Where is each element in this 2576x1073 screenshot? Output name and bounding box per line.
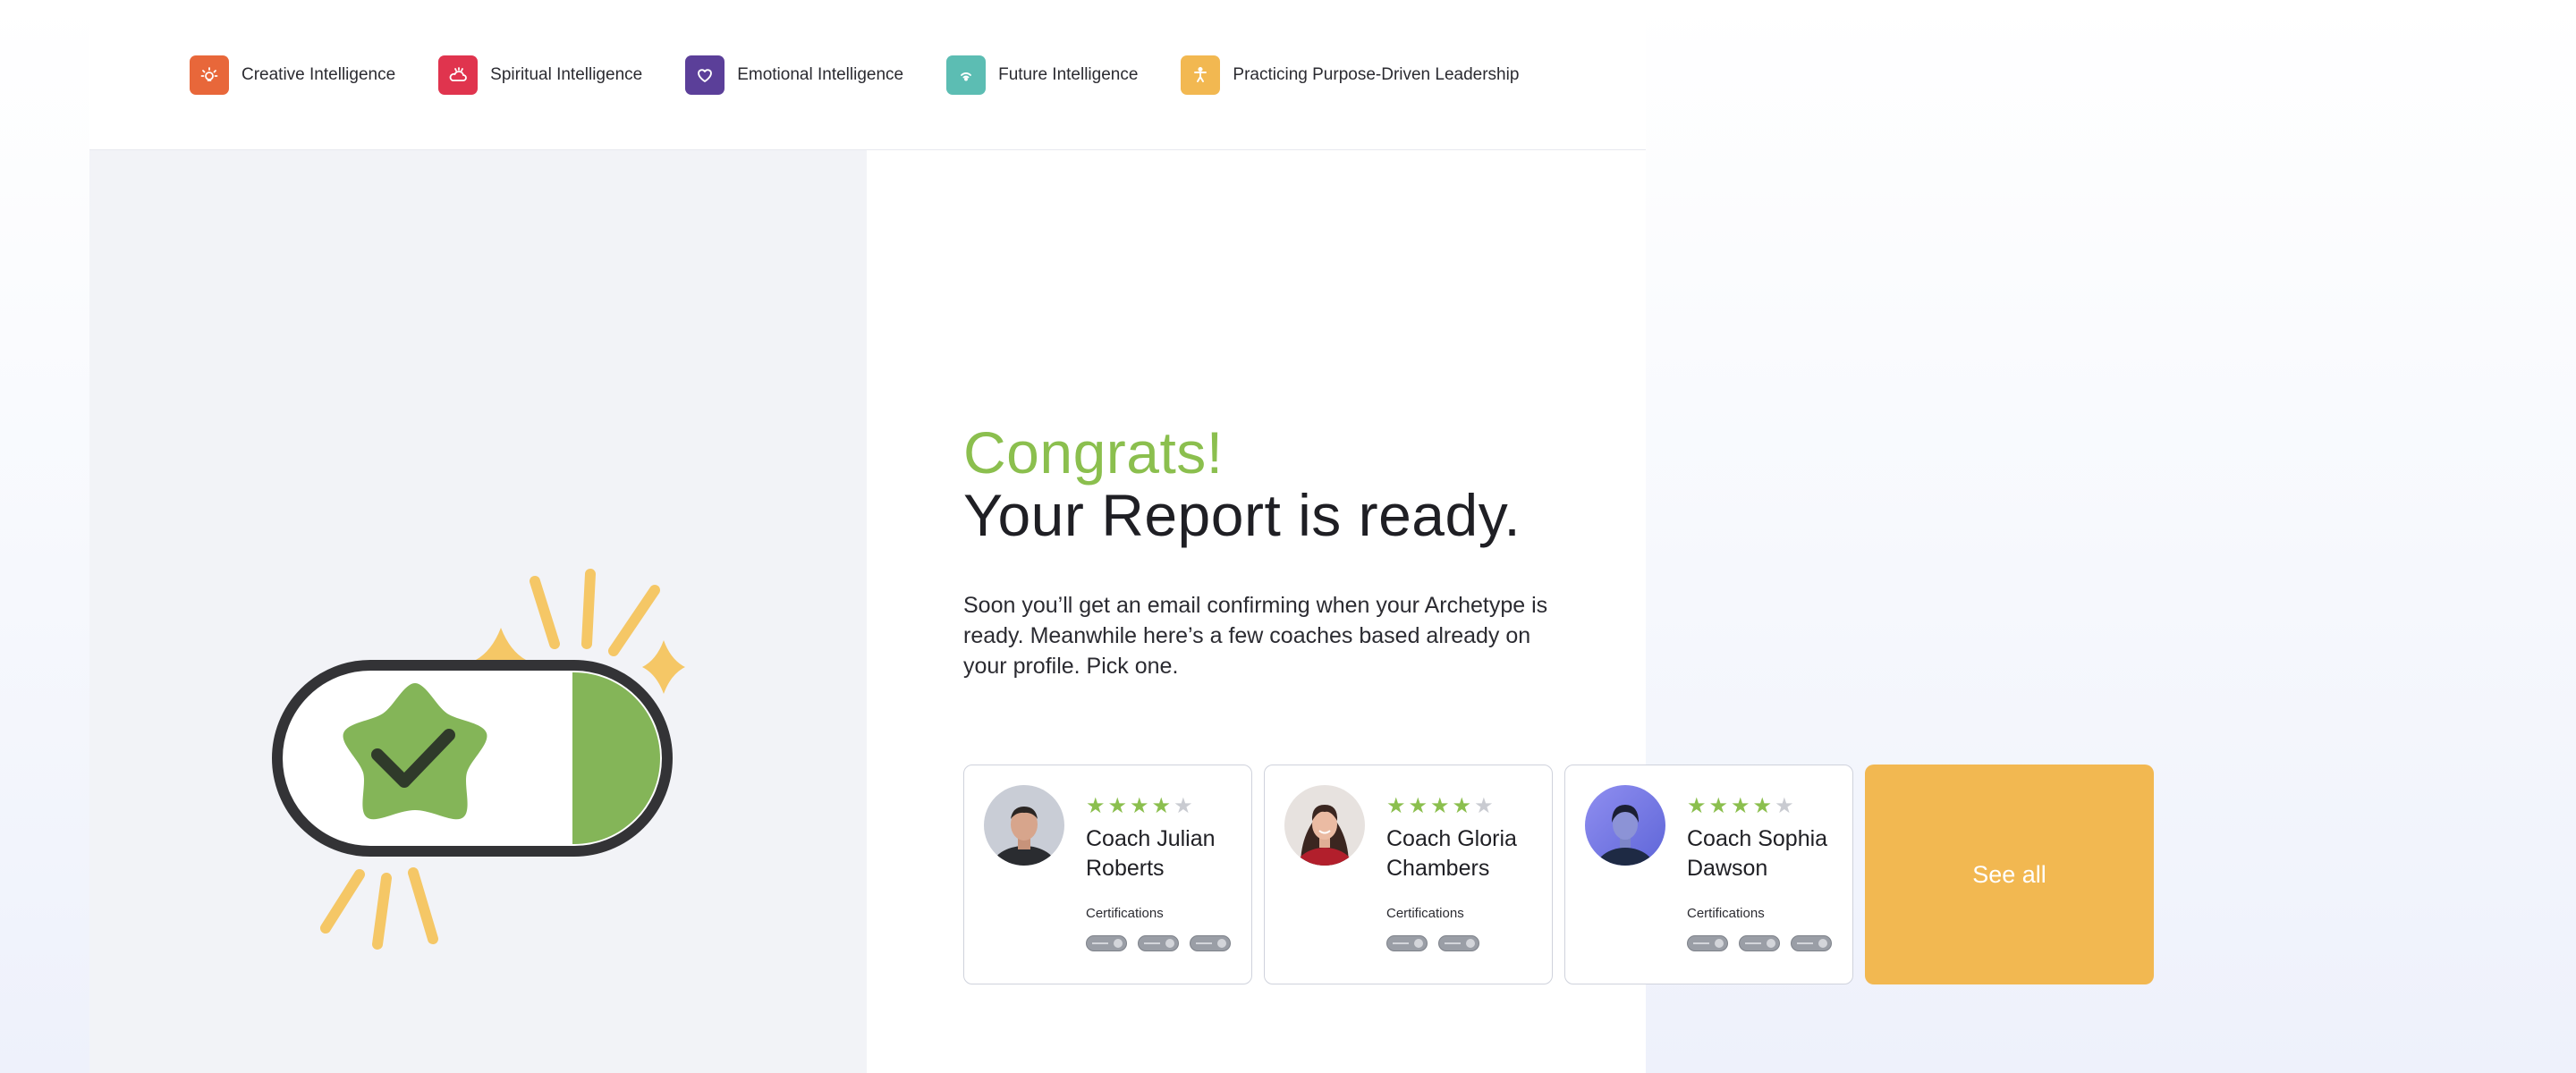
certification-badge-icon [1086,935,1127,951]
star-icon: ★ [1708,794,1729,818]
certification-badge-icon [1438,935,1479,951]
star-icon: ★ [1408,794,1428,818]
star-icon: ★ [1687,794,1707,818]
nav-label: Emotional Intelligence [737,64,904,84]
lightbulb-icon [190,55,229,95]
nav-item-spiritual-intelligence[interactable]: Spiritual Intelligence [438,55,642,95]
nav-label: Practicing Purpose-Driven Leadership [1233,64,1520,84]
intro-text: Soon you’ll get an email confirming when… [963,593,1548,679]
avatar [984,785,1064,866]
certifications-label: Certifications [1086,906,1164,921]
certification-badge-icon [1687,935,1728,951]
congrats-heading: Congrats! [963,419,1224,486]
star-icon: ★ [1386,794,1406,818]
star-icon: ★ [1731,794,1750,818]
report-ready-heading: Your Report is ready. [963,482,1521,548]
certifications-label: Certifications [1386,906,1464,921]
nav-item-creative-intelligence[interactable]: Creative Intelligence [190,55,395,95]
star-icon: ★ [1086,794,1106,818]
cloud-sun-icon [438,55,479,95]
coach-name: Coach Gloria Chambers [1386,826,1517,881]
certification-badges [1386,935,1479,951]
star-icon: ★ [1452,794,1472,818]
person-icon [1181,55,1221,95]
certification-badges [1687,935,1832,951]
coach-cards: ★ ★ ★ ★ ★ Coach Julian Roberts Certifica… [963,765,2154,984]
star-icon: ★ [1752,794,1773,818]
nav-item-purpose-driven-leadership[interactable]: Practicing Purpose-Driven Leadership [1181,55,1519,95]
coach-card-sophia-dawson[interactable]: ★ ★ ★ ★ ★ Coach Sophia Dawson Certificat… [1564,765,1853,984]
avatar [1284,785,1365,866]
star-empty-icon: ★ [1775,794,1794,818]
see-all-button[interactable]: See all [1865,765,2154,984]
star-empty-icon: ★ [1474,794,1494,818]
coach-name: Coach Sophia Dawson [1687,826,1828,881]
rating-stars: ★ ★ ★ ★ ★ [1386,796,1494,817]
star-icon: ★ [1130,794,1149,818]
illustration-panel [89,150,867,1073]
avatar [1585,785,1665,866]
nav-label: Spiritual Intelligence [490,64,643,84]
star-icon: ★ [1107,794,1128,818]
coach-card-julian-roberts[interactable]: ★ ★ ★ ★ ★ Coach Julian Roberts Certifica… [963,765,1252,984]
nav-item-emotional-intelligence[interactable]: Emotional Intelligence [685,55,903,95]
certification-badge-icon [1138,935,1179,951]
coach-name: Coach Julian Roberts [1086,826,1216,881]
certification-badges [1086,935,1231,951]
certifications-label: Certifications [1687,906,1765,921]
certification-badge-icon [1386,935,1428,951]
certification-badge-icon [1190,935,1231,951]
coach-card-gloria-chambers[interactable]: ★ ★ ★ ★ ★ Coach Gloria Chambers Certific… [1264,765,1553,984]
star-icon: ★ [1151,794,1172,818]
nav-item-future-intelligence[interactable]: Future Intelligence [946,55,1138,95]
nav-label: Creative Intelligence [242,64,396,84]
heart-icon [685,55,725,95]
star-empty-icon: ★ [1174,794,1193,818]
certification-badge-icon [1739,935,1780,951]
signal-icon [946,55,987,95]
top-nav: Creative Intelligence Spiritual Intellig… [89,0,1646,150]
star-icon: ★ [1430,794,1450,818]
nav-label: Future Intelligence [998,64,1139,84]
certification-badge-icon [1791,935,1832,951]
rating-stars: ★ ★ ★ ★ ★ [1687,796,1794,817]
rating-stars: ★ ★ ★ ★ ★ [1086,796,1193,817]
success-toggle-illustration [272,569,685,950]
